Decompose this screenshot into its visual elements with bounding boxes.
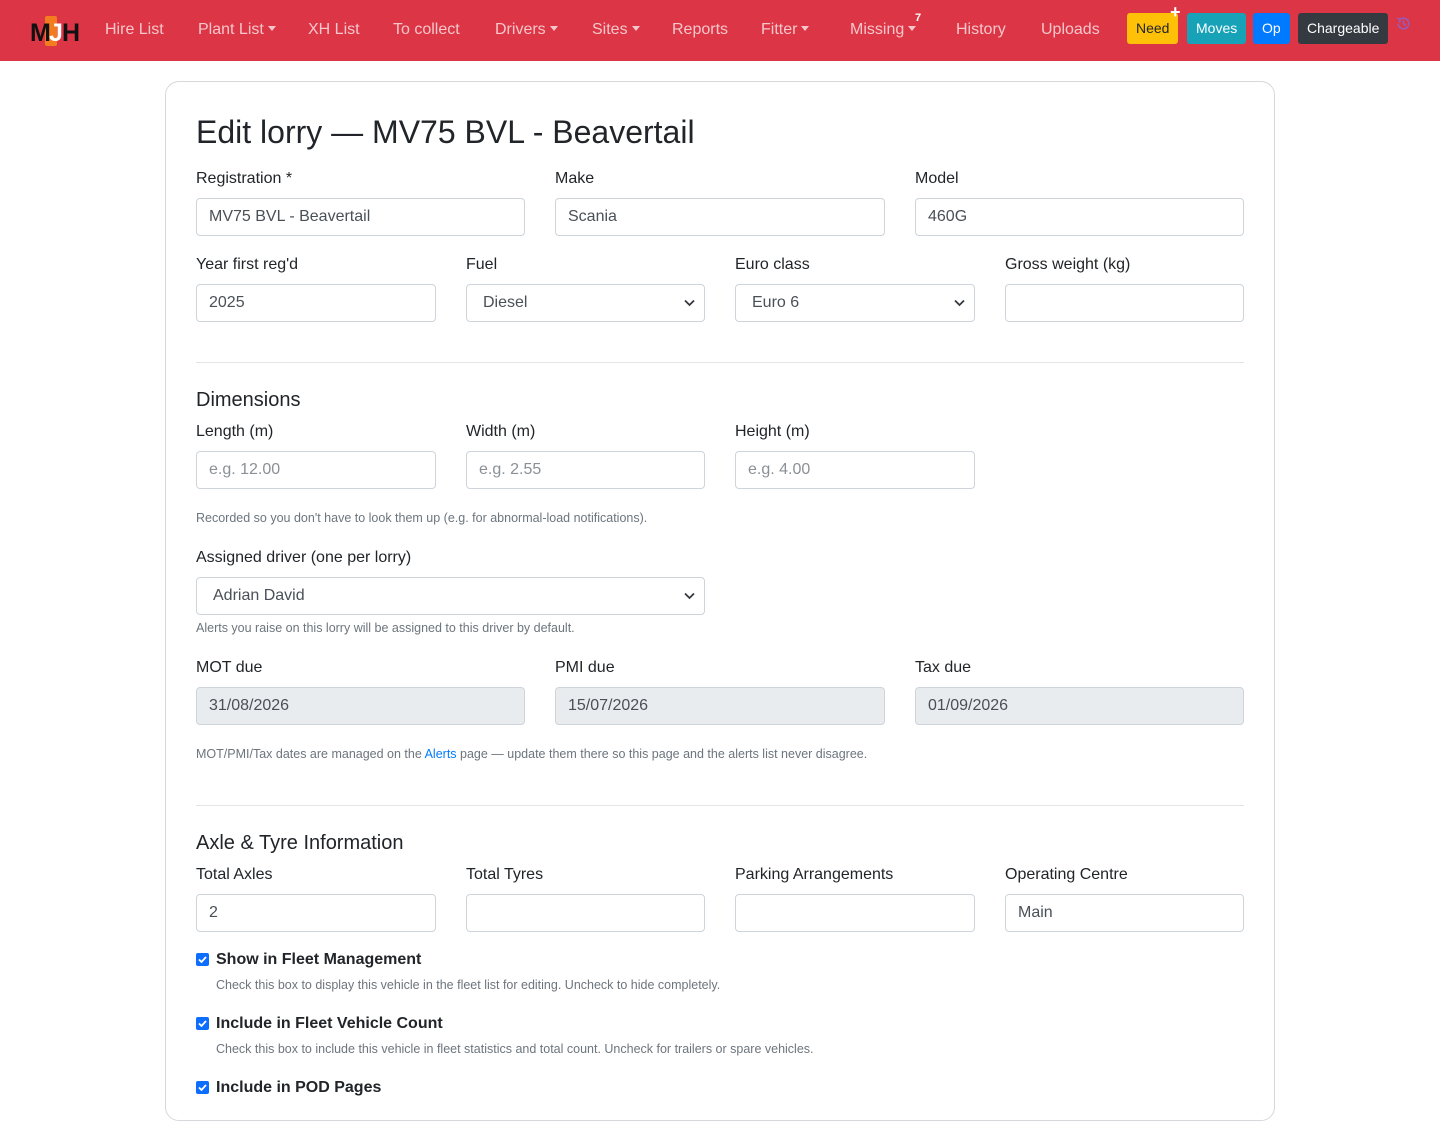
chargeable-button[interactable]: Chargeable <box>1298 13 1389 44</box>
caret-down-icon <box>549 26 558 31</box>
nav-sites-label: Sites <box>592 21 628 38</box>
nav-fitter-dropdown[interactable]: Fitter <box>761 20 810 40</box>
dues-help-suffix: page — update them there so this page an… <box>456 747 868 761</box>
year-label: Year first reg'd <box>196 256 299 273</box>
caret-down-icon <box>801 26 810 31</box>
include-in-pod-pages-label[interactable]: Include in POD Pages <box>216 1078 381 1098</box>
svg-text:J: J <box>49 19 63 47</box>
fuel-select[interactable]: Diesel <box>466 284 705 322</box>
show-in-fleet-management-help: Check this box to display this vehicle i… <box>216 978 721 992</box>
euro-class-select-value: Euro 6 <box>752 294 800 311</box>
assigned-driver-label: Assigned driver (one per lorry) <box>196 549 412 566</box>
fuel-select-value: Diesel <box>483 294 528 311</box>
nav-to-collect[interactable]: To collect <box>393 20 460 40</box>
missing-count-badge: 7 <box>915 12 922 24</box>
model-input[interactable]: 460G <box>915 198 1244 236</box>
section-divider <box>196 805 1244 806</box>
nav-drivers-dropdown[interactable]: Drivers <box>495 20 558 40</box>
euro-class-select[interactable]: Euro 6 <box>735 284 975 322</box>
nav-hire-list[interactable]: Hire List <box>105 20 164 40</box>
moves-button[interactable]: Moves <box>1187 13 1247 44</box>
nav-plant-list-label: Plant List <box>198 21 264 38</box>
show-in-fleet-management-label[interactable]: Show in Fleet Management <box>216 950 421 970</box>
brand-logo[interactable]: M J H <box>30 14 84 48</box>
euro-class-label: Euro class <box>735 256 810 273</box>
op-button[interactable]: Op <box>1253 13 1290 44</box>
height-input[interactable]: e.g. 4.00 <box>735 451 975 489</box>
dues-help-text: MOT/PMI/Tax dates are managed on the Ale… <box>196 746 867 762</box>
nav-missing-dropdown[interactable]: Missing <box>850 20 917 40</box>
chevron-down-icon <box>684 299 695 307</box>
plus-icon[interactable]: + <box>1170 3 1181 21</box>
caret-down-icon <box>631 26 640 31</box>
mot-due-label: MOT due <box>196 659 263 676</box>
include-in-fleet-count-label[interactable]: Include in Fleet Vehicle Count <box>216 1014 443 1034</box>
parking-arrangements-label: Parking Arrangements <box>735 866 894 883</box>
registration-input[interactable]: MV75 BVL - Beavertail <box>196 198 525 236</box>
registration-label: Registration * <box>196 170 293 187</box>
svg-text:H: H <box>62 19 80 47</box>
nav-history[interactable]: History <box>956 20 1006 40</box>
include-in-fleet-count-help: Check this box to include this vehicle i… <box>216 1042 814 1056</box>
svg-text:M: M <box>30 19 51 47</box>
nav-reports[interactable]: Reports <box>672 20 728 40</box>
fuel-label: Fuel <box>466 256 498 273</box>
tax-due-field: 01/09/2026 <box>915 687 1244 725</box>
nav-missing-label: Missing <box>850 21 905 38</box>
nav-uploads[interactable]: Uploads <box>1041 20 1100 40</box>
total-tyres-label: Total Tyres <box>466 866 544 883</box>
total-tyres-input[interactable] <box>466 894 705 932</box>
gross-weight-input[interactable] <box>1005 284 1244 322</box>
width-label: Width (m) <box>466 423 536 440</box>
assigned-driver-value: Adrian David <box>213 587 305 604</box>
page-title: Edit lorry — MV75 BVL - Beavertail <box>196 114 695 150</box>
nav-xh-list[interactable]: XH List <box>308 20 360 40</box>
make-input[interactable]: Scania <box>555 198 885 236</box>
year-input[interactable]: 2025 <box>196 284 436 322</box>
nav-drivers-label: Drivers <box>495 21 546 38</box>
total-axles-input[interactable]: 2 <box>196 894 436 932</box>
check-icon <box>198 1084 207 1092</box>
check-icon <box>198 956 207 964</box>
check-icon <box>198 1020 207 1028</box>
alerts-link[interactable]: Alerts <box>425 747 457 761</box>
dimensions-help-text: Recorded so you don't have to look them … <box>196 511 648 525</box>
operating-centre-label: Operating Centre <box>1005 866 1128 883</box>
dimensions-heading: Dimensions <box>196 389 301 411</box>
make-label: Make <box>555 170 595 187</box>
top-navbar: M J H Hire List Plant List XH List To co… <box>0 0 1440 61</box>
operating-centre-input[interactable]: Main <box>1005 894 1244 932</box>
length-input[interactable]: e.g. 12.00 <box>196 451 436 489</box>
axle-tyre-heading: Axle & Tyre Information <box>196 832 404 854</box>
dues-help-prefix: MOT/PMI/Tax dates are managed on the <box>196 747 425 761</box>
assigned-driver-select[interactable]: Adrian David <box>196 577 705 615</box>
parking-arrangements-input[interactable] <box>735 894 975 932</box>
caret-down-icon <box>267 26 276 31</box>
nav-plant-list-dropdown[interactable]: Plant List <box>198 20 276 40</box>
pmi-due-label: PMI due <box>555 659 615 676</box>
length-label: Length (m) <box>196 423 274 440</box>
include-in-fleet-count-checkbox[interactable] <box>196 1017 209 1030</box>
width-input[interactable]: e.g. 2.55 <box>466 451 705 489</box>
driver-help-text: Alerts you raise on this lorry will be a… <box>196 621 575 635</box>
nav-sites-dropdown[interactable]: Sites <box>592 20 640 40</box>
pmi-due-field: 15/07/2026 <box>555 687 885 725</box>
gross-weight-label: Gross weight (kg) <box>1005 256 1131 273</box>
show-in-fleet-management-checkbox[interactable] <box>196 953 209 966</box>
nav-fitter-label: Fitter <box>761 21 798 38</box>
section-divider <box>196 362 1244 363</box>
model-label: Model <box>915 170 959 187</box>
mot-due-field: 31/08/2026 <box>196 687 525 725</box>
height-label: Height (m) <box>735 423 810 440</box>
tax-due-label: Tax due <box>915 659 972 676</box>
history-icon[interactable] <box>1395 15 1412 32</box>
caret-down-icon <box>908 26 917 31</box>
include-in-pod-pages-checkbox[interactable] <box>196 1081 209 1094</box>
chevron-down-icon <box>954 299 965 307</box>
chevron-down-icon <box>684 592 695 600</box>
total-axles-label: Total Axles <box>196 866 273 883</box>
